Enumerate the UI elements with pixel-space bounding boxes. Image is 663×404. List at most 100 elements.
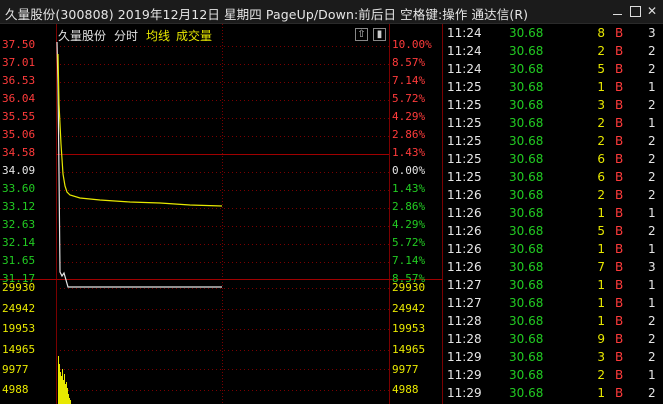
volume-label: 9977 (2, 363, 29, 376)
intraday-chart[interactable]: 久量股份 分时 均线 成交量 ⇧ ▮ 37.50 37.01 36.53 36.04 … (0, 24, 442, 404)
tick-volume: 1 (597, 206, 605, 220)
chart-avg-label[interactable]: 均线 (146, 29, 170, 43)
tick-side: B (615, 350, 624, 364)
tick-count: 2 (648, 98, 656, 112)
volume-bars (58, 356, 71, 404)
tick-row[interactable]: 11:28 30.68 9 B 2 (443, 331, 663, 349)
tick-row[interactable]: 11:29 30.68 1 B 2 (443, 385, 663, 403)
volume-label: 14965 (2, 343, 36, 356)
tick-count: 1 (648, 80, 656, 94)
tick-count: 1 (648, 242, 656, 256)
tick-side: B (615, 386, 624, 400)
tick-side: B (615, 206, 624, 220)
tick-price: 30.68 (509, 296, 544, 310)
tick-count: 2 (648, 386, 656, 400)
tick-count: 1 (648, 116, 656, 130)
tick-count: 1 (648, 206, 656, 220)
tick-price: 30.68 (509, 386, 544, 400)
tick-side: B (615, 224, 624, 238)
chart-grid (0, 24, 442, 404)
tick-row[interactable]: 11:27 30.68 1 B 1 (443, 295, 663, 313)
percent-label-zero: 0.00% (392, 164, 426, 177)
chart-stock-name: 久量股份 (58, 29, 107, 43)
tick-count: 3 (648, 260, 656, 274)
tick-volume: 1 (597, 314, 605, 328)
tick-row[interactable]: 11:25 30.68 2 B 2 (443, 133, 663, 151)
close-button[interactable]: ✕ (643, 3, 661, 20)
price-label: 32.14 (2, 236, 36, 249)
tick-row[interactable]: 11:29 30.68 3 B 2 (443, 349, 663, 367)
volume-label: 9977 (392, 363, 419, 376)
tick-count: 2 (648, 188, 656, 202)
tick-row[interactable]: 11:28 30.68 1 B 2 (443, 313, 663, 331)
tick-row[interactable]: 11:24 30.68 5 B 2 (443, 61, 663, 79)
tick-row[interactable]: 11:26 30.68 1 B 1 (443, 241, 663, 259)
tick-row[interactable]: 11:27 30.68 1 B 1 (443, 277, 663, 295)
tick-price: 30.68 (509, 80, 544, 94)
tick-price: 30.68 (509, 26, 544, 40)
minimize-button[interactable] (608, 3, 626, 20)
window-title: 久量股份(300808) 2019年12月12日 星期四 PageUp/Down… (5, 7, 529, 22)
tick-row[interactable]: 11:26 30.68 2 B 2 (443, 187, 663, 205)
price-label: 34.58 (2, 146, 36, 159)
tick-row[interactable]: 11:25 30.68 1 B 1 (443, 79, 663, 97)
tick-volume: 1 (597, 278, 605, 292)
volume-label: 29930 (392, 281, 426, 294)
chart-toggle-icon[interactable]: ▮ (373, 28, 386, 41)
maximize-button[interactable] (626, 3, 644, 20)
tick-list[interactable]: 11:24 30.68 8 B 3 11:24 30.68 2 B 2 11:24 30.68 5 B 2 1… (442, 24, 663, 404)
tick-time: 11:25 (447, 170, 482, 184)
tick-time: 11:25 (447, 152, 482, 166)
tick-row[interactable]: 11:26 30.68 1 B 1 (443, 205, 663, 223)
tick-time: 11:27 (447, 296, 482, 310)
price-line (56, 41, 222, 288)
tick-time: 11:25 (447, 98, 482, 112)
price-label: 35.55 (2, 110, 36, 123)
tick-price: 30.68 (509, 206, 544, 220)
tick-row[interactable]: 11:25 30.68 3 B 2 (443, 97, 663, 115)
tick-time: 11:25 (447, 134, 482, 148)
tick-time: 11:29 (447, 350, 482, 364)
tick-time: 11:26 (447, 188, 482, 202)
percent-label: 8.57% (392, 56, 426, 69)
tick-volume: 8 (597, 26, 605, 40)
tick-row[interactable]: 11:25 30.68 2 B 1 (443, 115, 663, 133)
volume-label: 24942 (2, 302, 36, 315)
tick-side: B (615, 314, 624, 328)
price-label: 36.53 (2, 74, 36, 87)
tick-time: 11:27 (447, 278, 482, 292)
tick-price: 30.68 (509, 62, 544, 76)
tick-volume: 7 (597, 260, 605, 274)
tick-row[interactable]: 11:29 30.68 2 B 1 (443, 367, 663, 385)
tick-row[interactable]: 11:25 30.68 6 B 2 (443, 169, 663, 187)
chart-volume-label[interactable]: 成交量 (176, 29, 212, 43)
tick-volume: 6 (597, 152, 605, 166)
price-label: 33.60 (2, 182, 36, 195)
tick-side: B (615, 188, 624, 202)
tick-row[interactable]: 11:26 30.68 5 B 2 (443, 223, 663, 241)
average-line (57, 53, 223, 207)
tick-volume: 5 (597, 224, 605, 238)
tick-price: 30.68 (509, 224, 544, 238)
tick-time: 11:26 (447, 224, 482, 238)
tick-volume: 1 (597, 296, 605, 310)
price-label: 32.63 (2, 218, 36, 231)
tick-row[interactable]: 11:26 30.68 7 B 3 (443, 259, 663, 277)
tick-time: 11:26 (447, 260, 482, 274)
volume-label: 29930 (2, 281, 36, 294)
tick-price: 30.68 (509, 170, 544, 184)
tick-side: B (615, 44, 624, 58)
tick-time: 11:28 (447, 332, 482, 346)
tick-side: B (615, 242, 624, 256)
tick-volume: 3 (597, 350, 605, 364)
chart-mode[interactable]: 分时 (114, 29, 138, 43)
tick-volume: 3 (597, 98, 605, 112)
chart-up-icon[interactable]: ⇧ (355, 28, 368, 41)
tick-row[interactable]: 11:24 30.68 8 B 3 (443, 25, 663, 43)
tick-side: B (615, 170, 624, 184)
tick-side: B (615, 134, 624, 148)
tick-row[interactable]: 11:24 30.68 2 B 2 (443, 43, 663, 61)
tick-row[interactable]: 11:25 30.68 6 B 2 (443, 151, 663, 169)
tick-time: 11:28 (447, 314, 482, 328)
tick-volume: 1 (597, 386, 605, 400)
